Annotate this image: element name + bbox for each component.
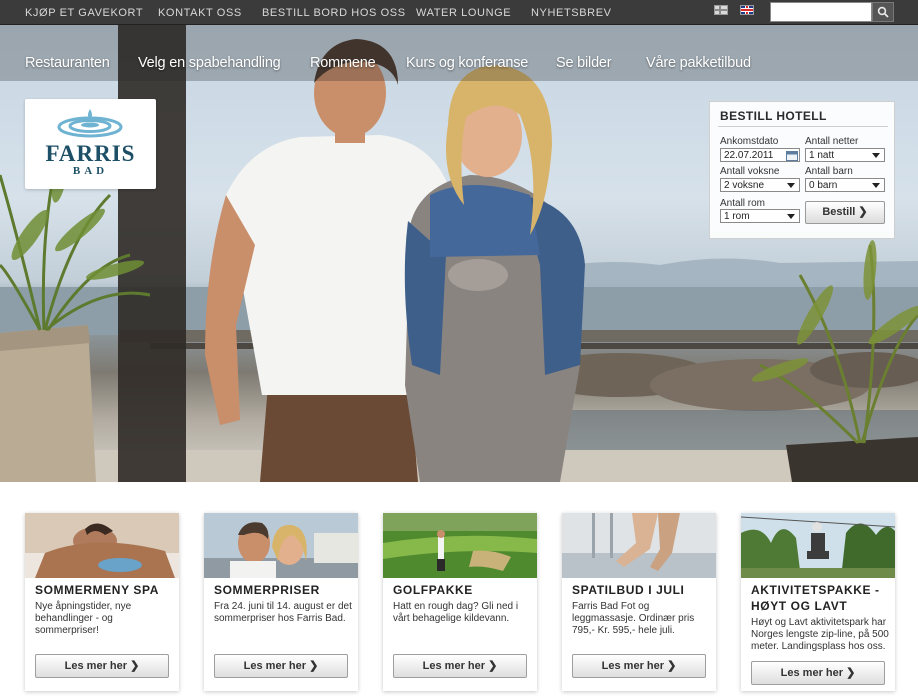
arrival-date-label: Ankomstdato — [720, 136, 779, 147]
nav-rooms[interactable]: Rommene — [310, 55, 376, 71]
card-description: Høyt og Lavt aktivitetspark har Norges l… — [751, 617, 889, 652]
promo-card-summer-spa: SOMMERMENY SPA Nye åpningstider, nye beh… — [25, 513, 179, 691]
top-utility-bar: KJØP ET GAVEKORT KONTAKT OSS BESTILL BOR… — [0, 0, 918, 25]
topbar-link-gift-card[interactable]: KJØP ET GAVEKORT — [25, 7, 143, 19]
arrival-date-field[interactable]: 22.07.2011 — [720, 148, 800, 162]
norwegian-flag-icon[interactable] — [714, 5, 728, 15]
card-description: Farris Bad Fot og leggmassasje. Ordinær … — [572, 601, 695, 636]
arrival-date-value: 22.07.2011 — [724, 150, 774, 161]
rooms-select[interactable]: 1 rom — [720, 209, 800, 223]
nights-select[interactable]: 1 natt — [805, 148, 885, 162]
nav-courses-conferences[interactable]: Kurs og konferanse — [406, 55, 528, 71]
hero-photo — [0, 25, 918, 482]
nav-spa-treatment[interactable]: Velg en spabehandling — [138, 55, 281, 71]
read-more-button[interactable]: Les mer her ❯ — [214, 654, 348, 678]
search-icon — [877, 6, 889, 18]
card-description: Fra 24. juni til 14. august er det somme… — [214, 601, 352, 624]
search-input[interactable] — [770, 2, 872, 22]
nav-package-offers[interactable]: Våre pakketilbud — [646, 55, 751, 71]
adults-value: 2 voksne — [724, 180, 765, 191]
logo-wordmark: FARRIS — [45, 141, 136, 166]
read-more-button[interactable]: Les mer her ❯ — [572, 654, 706, 678]
chevron-down-icon — [787, 214, 795, 219]
card-image-couple[interactable] — [204, 513, 358, 578]
card-image-golf[interactable] — [383, 513, 537, 578]
search-button[interactable] — [872, 2, 894, 22]
card-image-legs[interactable] — [562, 513, 716, 578]
water-drop-logo-icon — [57, 109, 123, 138]
card-title: SPATILBUD I JULI — [572, 583, 685, 597]
english-flag-icon[interactable] — [740, 5, 754, 15]
promo-card-spa-offer-july: SPATILBUD I JULI Farris Bad Fot og leggm… — [562, 513, 716, 691]
card-description: Nye åpningstider, nye behandlinger - og … — [35, 601, 132, 636]
rooms-value: 1 rom — [724, 211, 750, 222]
chevron-down-icon — [872, 183, 880, 188]
card-image-spa[interactable] — [25, 513, 179, 578]
read-more-button[interactable]: Les mer her ❯ — [751, 661, 885, 685]
booking-title: BESTILL HOTELL — [720, 109, 827, 123]
adults-select[interactable]: 2 voksne — [720, 178, 800, 192]
read-more-button[interactable]: Les mer her ❯ — [393, 654, 527, 678]
main-navigation — [0, 25, 918, 81]
read-more-button[interactable]: Les mer her ❯ — [35, 654, 169, 678]
topbar-link-book-table[interactable]: BESTILL BORD HOS OSS — [262, 7, 406, 19]
rooms-label: Antall rom — [720, 198, 766, 209]
card-image-zipline[interactable] — [741, 513, 895, 578]
adults-label: Antall voksne — [720, 166, 780, 177]
nav-restaurant[interactable]: Restauranten — [25, 55, 110, 71]
book-hotel-button[interactable]: Bestill ❯ — [805, 201, 885, 224]
nights-value: 1 natt — [809, 150, 835, 161]
promo-card-summer-prices: SOMMERPRISER Fra 24. juni til 14. august… — [204, 513, 358, 691]
topbar-link-contact[interactable]: KONTAKT OSS — [158, 7, 242, 19]
hero-image — [0, 25, 918, 482]
card-title: SOMMERMENY SPA — [35, 583, 159, 597]
hotel-booking-widget: BESTILL HOTELL Ankomstdato 22.07.2011 An… — [709, 101, 895, 239]
topbar-link-newsletter[interactable]: NYHETSBREV — [531, 7, 612, 19]
promo-card-activity-package: AKTIVITETSPAKKE - HØYT OG LAVT Høyt og L… — [741, 513, 895, 691]
promo-card-golf: GOLFPAKKE Hatt en rough dag? Gli ned i v… — [383, 513, 537, 691]
card-title: AKTIVITETSPAKKE - HØYT OG LAVT — [751, 583, 880, 613]
farris-bad-logo[interactable]: FARRIS BAD — [25, 99, 156, 189]
chevron-down-icon — [872, 153, 880, 158]
children-value: 0 barn — [809, 180, 838, 191]
nights-label: Antall netter — [805, 136, 859, 147]
children-label: Antall barn — [805, 166, 853, 177]
card-title: GOLFPAKKE — [393, 583, 473, 597]
children-select[interactable]: 0 barn — [805, 178, 885, 192]
calendar-icon[interactable] — [786, 150, 798, 161]
logo-subtitle: BAD — [72, 165, 109, 177]
nav-photos[interactable]: Se bilder — [556, 55, 612, 71]
card-description: Hatt en rough dag? Gli ned i vårt behage… — [393, 601, 519, 624]
chevron-down-icon — [787, 183, 795, 188]
booking-divider — [718, 126, 888, 127]
topbar-link-water-lounge[interactable]: WATER LOUNGE — [416, 7, 511, 19]
card-title: SOMMERPRISER — [214, 583, 320, 597]
